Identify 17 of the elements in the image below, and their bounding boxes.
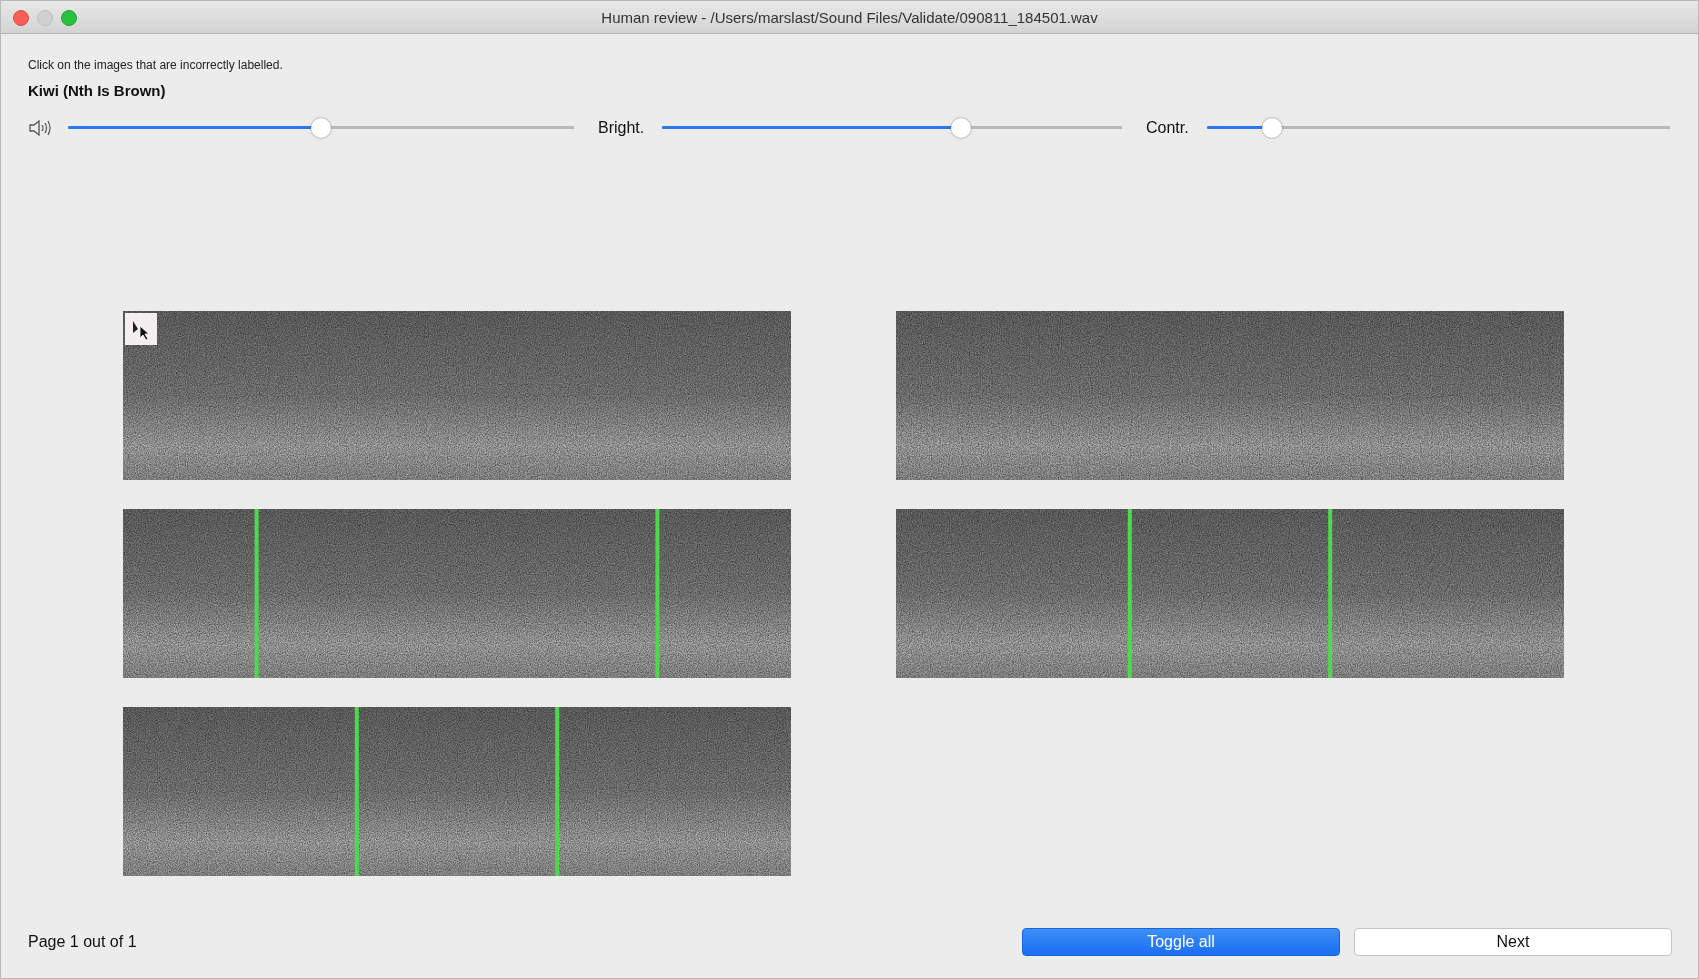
spectrogram-image[interactable] xyxy=(896,509,1564,678)
next-button[interactable]: Next xyxy=(1354,928,1672,956)
close-button[interactable] xyxy=(13,10,29,26)
page-label: Page 1 out of 1 xyxy=(28,933,138,951)
zoom-button[interactable] xyxy=(61,10,77,26)
slider-thumb[interactable] xyxy=(1261,118,1282,138)
species-label: Kiwi (Nth Is Brown) xyxy=(28,82,167,99)
spectrogram-image[interactable] xyxy=(123,707,791,876)
instruction-text: Click on the images that are incorrectly labelled. xyxy=(28,58,284,72)
window-title: Human review - /Users/marslast/Sound Files/Validate/090811_184501.wav xyxy=(601,8,1098,26)
toggle-button[interactable]: Toggle all xyxy=(1022,928,1340,956)
slider-label: Contr. xyxy=(1146,119,1189,137)
play-button[interactable] xyxy=(125,313,157,345)
speaker-icon xyxy=(28,119,52,137)
slider-thumb[interactable] xyxy=(311,118,331,138)
slider-label: Bright. xyxy=(598,119,645,137)
slider-thumb[interactable] xyxy=(951,118,972,138)
